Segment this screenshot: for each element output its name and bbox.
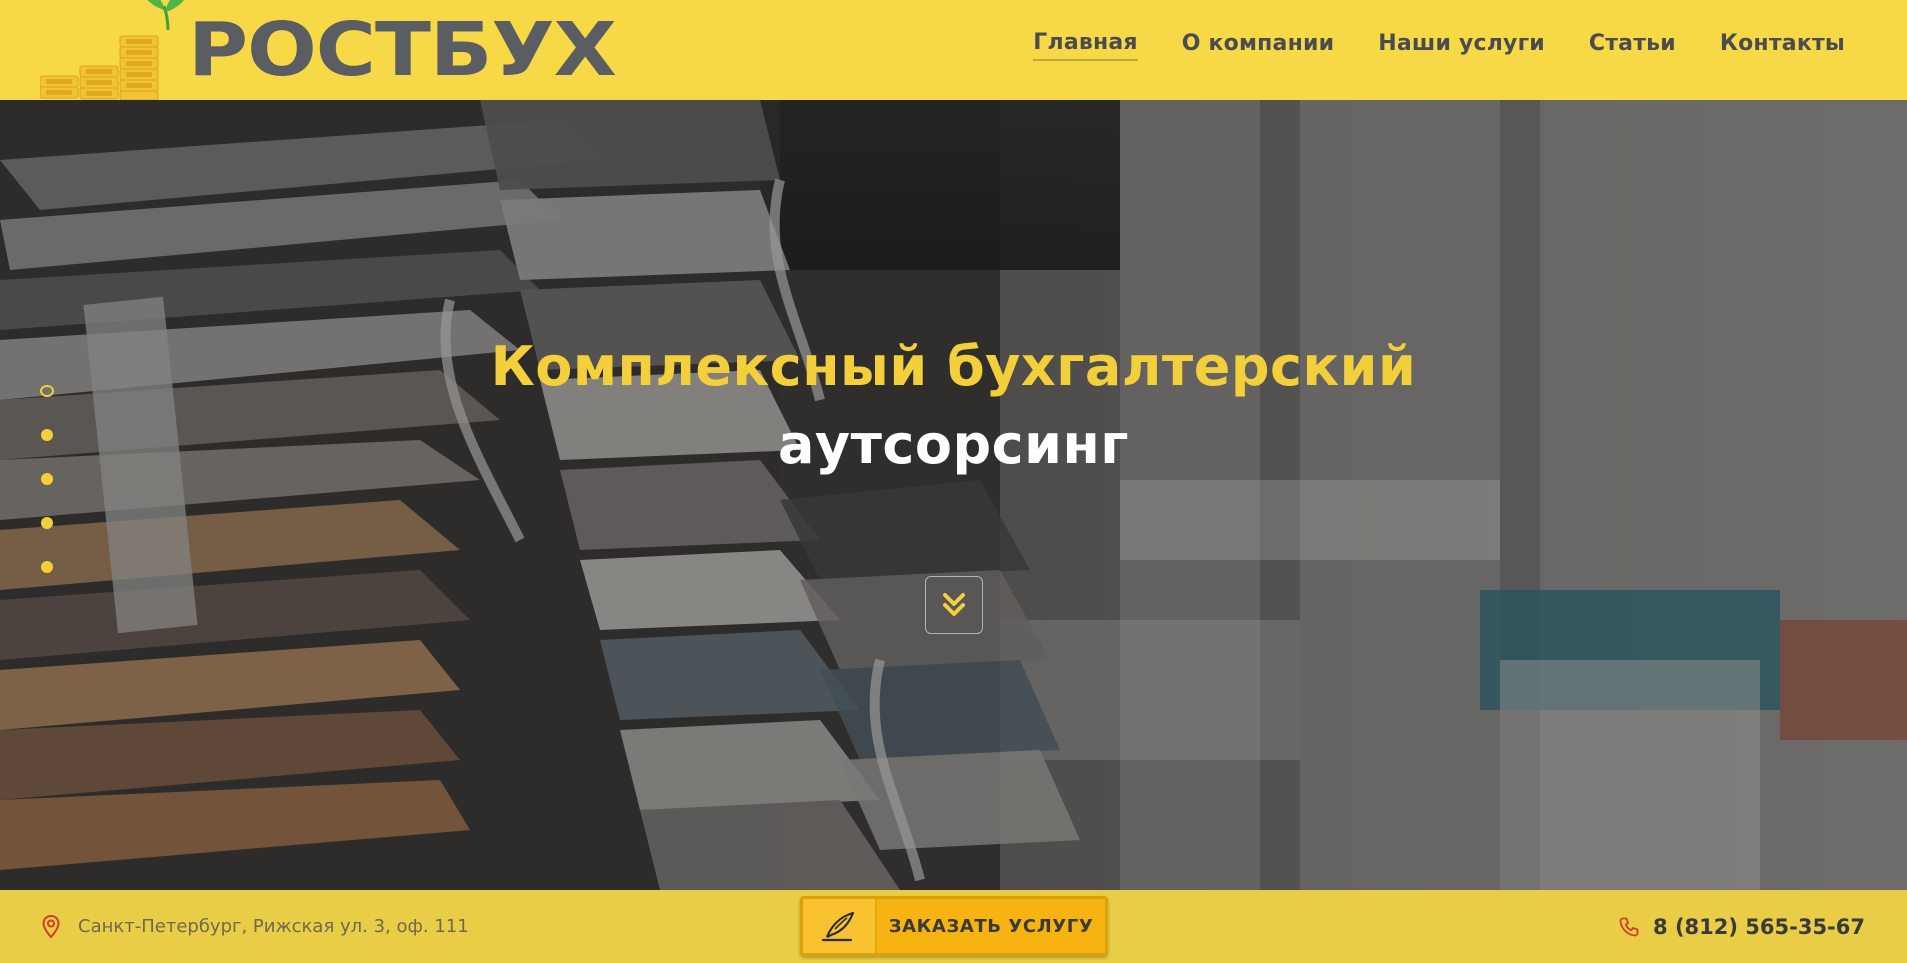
slider-dot-2[interactable] bbox=[41, 429, 53, 441]
scroll-down-button[interactable] bbox=[925, 576, 983, 634]
order-icon-box bbox=[803, 899, 877, 953]
hero-dark-overlay bbox=[0, 100, 1907, 890]
logo[interactable]: РОСТБУХ bbox=[40, 0, 620, 100]
address-text: Санкт-Петербург, Рижская ул. 3, оф. 111 bbox=[78, 916, 469, 937]
slider-dot-5[interactable] bbox=[41, 561, 53, 573]
logo-coins-icon bbox=[40, 0, 184, 100]
nav-item-articles[interactable]: Статьи bbox=[1589, 31, 1676, 60]
nav-item-contacts[interactable]: Контакты bbox=[1720, 31, 1845, 60]
phone-block[interactable]: 8 (812) 565-35-67 bbox=[1619, 890, 1865, 963]
phone-number[interactable]: 8 (812) 565-35-67 bbox=[1653, 915, 1865, 939]
phone-icon bbox=[1619, 917, 1639, 936]
quill-pen-icon bbox=[821, 911, 855, 942]
nav-item-home[interactable]: Главная bbox=[1033, 30, 1138, 61]
contact-bar: Санкт-Петербург, Рижская ул. 3, оф. 111 … bbox=[0, 890, 1907, 963]
main-nav: Главная О компании Наши услуги Статьи Ко… bbox=[1033, 0, 1845, 90]
hero-slider: Комплексный бухгалтерский аутсорсинг bbox=[0, 100, 1907, 890]
logo-wordmark: РОСТБУХ bbox=[188, 7, 617, 94]
nav-item-about[interactable]: О компании bbox=[1182, 31, 1334, 60]
hero-title: Комплексный бухгалтерский аутсорсинг bbox=[0, 328, 1907, 484]
hero-title-line2: аутсорсинг bbox=[777, 413, 1130, 476]
address-block: Санкт-Петербург, Рижская ул. 3, оф. 111 bbox=[42, 890, 469, 963]
slider-dot-3[interactable] bbox=[41, 473, 53, 485]
nav-item-services[interactable]: Наши услуги bbox=[1378, 31, 1545, 60]
site-header: РОСТБУХ Главная О компании Наши услуги С… bbox=[0, 0, 1907, 100]
order-service-button[interactable]: ЗАКАЗАТЬ УСЛУГУ bbox=[800, 896, 1108, 956]
slider-pagination bbox=[40, 385, 54, 605]
slider-dot-4[interactable] bbox=[41, 517, 53, 529]
chevron-double-down-icon bbox=[943, 593, 965, 616]
hero-title-line1: Комплексный бухгалтерский bbox=[490, 335, 1417, 398]
slider-dot-1[interactable] bbox=[40, 385, 54, 397]
map-pin-icon bbox=[42, 914, 60, 938]
order-button-label: ЗАКАЗАТЬ УСЛУГУ bbox=[888, 915, 1094, 937]
